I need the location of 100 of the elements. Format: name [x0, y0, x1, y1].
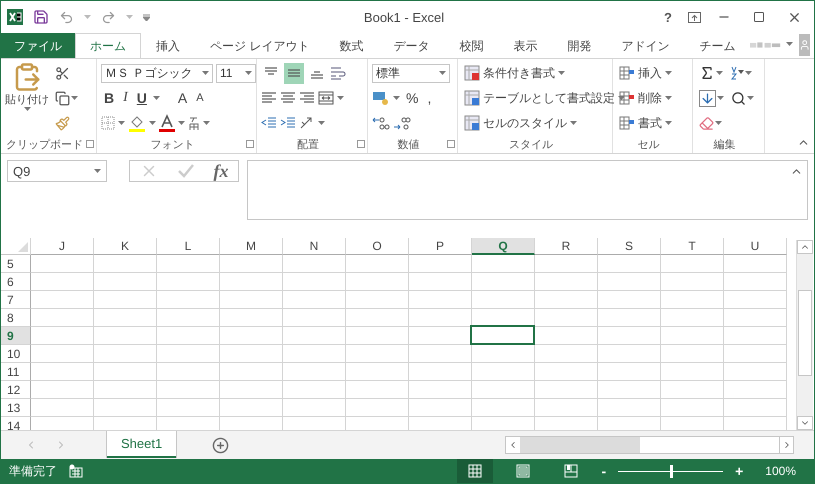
sheet-cell[interactable]: [283, 399, 346, 417]
scroll-down-button[interactable]: [797, 416, 813, 430]
column-header[interactable]: P: [409, 238, 472, 255]
sheet-cell[interactable]: [535, 291, 598, 309]
sheet-cell[interactable]: [472, 381, 535, 399]
caret-icon[interactable]: [71, 96, 78, 100]
sheet-cell[interactable]: [31, 345, 94, 363]
customize-toolbar-icon[interactable]: [143, 14, 150, 20]
sheet-cell[interactable]: [724, 345, 787, 363]
sheet-cell[interactable]: [283, 363, 346, 381]
sheet-cell[interactable]: [598, 381, 661, 399]
sheet-cell[interactable]: [346, 327, 409, 345]
dialog-launcher-icon[interactable]: [86, 140, 94, 148]
caret-icon[interactable]: [24, 107, 30, 111]
sheet-cell[interactable]: [598, 309, 661, 327]
sheet-cell[interactable]: [661, 363, 724, 381]
sheet-cell[interactable]: [220, 345, 283, 363]
sheet-cell[interactable]: [409, 381, 472, 399]
column-header[interactable]: S: [598, 238, 661, 255]
sheet-cell[interactable]: [661, 327, 724, 345]
sheet-cell[interactable]: [346, 255, 409, 273]
decrease-indent-icon[interactable]: [261, 116, 277, 130]
column-header[interactable]: J: [31, 238, 94, 255]
number-format-field[interactable]: 標準: [372, 64, 450, 82]
row-header[interactable]: 5: [1, 255, 31, 273]
sheet-cell[interactable]: [661, 255, 724, 273]
sort-icon[interactable]: [730, 66, 744, 80]
caret-icon[interactable]: [745, 71, 752, 75]
sheet-cell[interactable]: [94, 399, 157, 417]
search-icon[interactable]: [731, 90, 746, 106]
maximize-icon[interactable]: [753, 11, 765, 23]
sheet-cell[interactable]: [409, 399, 472, 417]
sheet-cell[interactable]: [346, 399, 409, 417]
vertical-scroll-thumb[interactable]: [798, 290, 812, 376]
caret-icon[interactable]: [152, 96, 160, 100]
caret-icon[interactable]: [747, 96, 754, 100]
caret-icon[interactable]: [126, 15, 133, 19]
cut-icon[interactable]: [55, 66, 70, 80]
sheet-cell[interactable]: [535, 363, 598, 381]
caret-icon[interactable]: [665, 71, 672, 75]
caret-icon[interactable]: [337, 96, 344, 100]
sheet-cell[interactable]: [346, 273, 409, 291]
sheet-cell[interactable]: [472, 345, 535, 363]
sheet-cell[interactable]: [31, 399, 94, 417]
caret-icon[interactable]: [202, 71, 209, 75]
font-size-field[interactable]: 11: [216, 64, 256, 82]
sheet-cell[interactable]: [220, 381, 283, 399]
increase-decimal-icon[interactable]: [372, 116, 390, 130]
sheet-cell[interactable]: [31, 273, 94, 291]
sheet-cell[interactable]: [157, 273, 220, 291]
sheet-cell[interactable]: [94, 309, 157, 327]
sheet-cell[interactable]: [535, 255, 598, 273]
horizontal-scroll-thumb[interactable]: [520, 437, 640, 453]
sheet-cell[interactable]: [157, 399, 220, 417]
sheet-cell[interactable]: [535, 273, 598, 291]
sheet-cell[interactable]: [661, 273, 724, 291]
sheet-cell[interactable]: [724, 381, 787, 399]
sheet-cell[interactable]: [157, 345, 220, 363]
sheet-cell[interactable]: [535, 345, 598, 363]
sheet-cell[interactable]: [724, 309, 787, 327]
sheet-cell[interactable]: [661, 309, 724, 327]
vertical-align-button[interactable]: [284, 62, 304, 84]
sheet-cell[interactable]: [409, 291, 472, 309]
align-left-icon[interactable]: [261, 91, 277, 105]
caret-icon[interactable]: [665, 121, 672, 125]
sheet-cell[interactable]: [472, 363, 535, 381]
align-right-icon[interactable]: [299, 91, 315, 105]
sheet-cell[interactable]: [94, 345, 157, 363]
caret-icon[interactable]: [717, 96, 724, 100]
sheet-cell[interactable]: [220, 327, 283, 345]
enter-check-icon[interactable]: [176, 163, 194, 179]
copy-icon[interactable]: [55, 90, 70, 106]
sheet-cell[interactable]: [724, 291, 787, 309]
sheet-cell[interactable]: [409, 273, 472, 291]
redo-icon[interactable]: [101, 10, 116, 24]
align-center-icon[interactable]: [280, 91, 296, 105]
sheet-cell[interactable]: [157, 255, 220, 273]
underline-button[interactable]: U: [134, 88, 150, 108]
row-header[interactable]: 8: [1, 309, 31, 327]
caret-icon[interactable]: [203, 121, 210, 125]
accounting-format-icon[interactable]: [372, 90, 390, 106]
column-header[interactable]: U: [724, 238, 787, 255]
sheet-cell[interactable]: [31, 309, 94, 327]
column-header[interactable]: L: [157, 238, 220, 255]
dialog-launcher-icon[interactable]: [357, 140, 365, 148]
sheet-cell[interactable]: [472, 291, 535, 309]
sheet-cell[interactable]: [220, 291, 283, 309]
dialog-launcher-icon[interactable]: [246, 140, 254, 148]
sheet-cell[interactable]: [661, 399, 724, 417]
column-header[interactable]: K: [94, 238, 157, 255]
sheet-cell[interactable]: [724, 363, 787, 381]
sheet-cell[interactable]: [724, 255, 787, 273]
sheet-cell[interactable]: [409, 363, 472, 381]
font-name-field[interactable]: ＭＳ Ｐゴシック: [101, 64, 213, 82]
caret-icon[interactable]: [786, 42, 793, 46]
undo-icon[interactable]: [59, 10, 74, 24]
sheet-cell[interactable]: [157, 309, 220, 327]
sheet-cell[interactable]: [535, 399, 598, 417]
zoom-slider-thumb[interactable]: [670, 464, 673, 478]
caret-icon[interactable]: [618, 96, 625, 100]
